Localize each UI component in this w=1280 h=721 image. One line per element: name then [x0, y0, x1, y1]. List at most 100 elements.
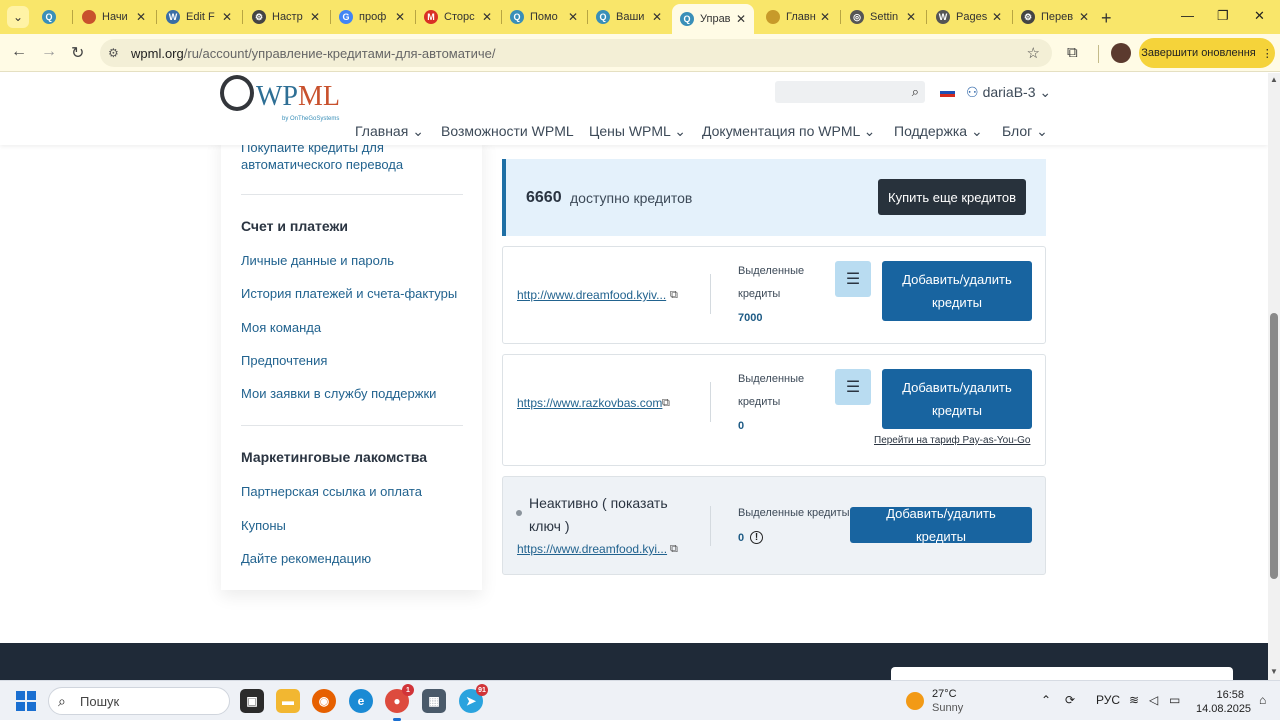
- close-tab-icon[interactable]: ✕: [482, 10, 492, 24]
- nav-support[interactable]: Поддержка ⌄: [894, 123, 983, 140]
- finish-update-button[interactable]: Завершити оновлення ⋮: [1139, 38, 1275, 68]
- telegram-icon[interactable]: ➤ 91: [459, 684, 488, 713]
- volume-icon[interactable]: ◁: [1149, 693, 1158, 707]
- extensions-icon[interactable]: ⧉: [1067, 44, 1078, 61]
- site-url-link[interactable]: http://www.dreamfood.kyiv...: [517, 288, 666, 302]
- settings-sliders-icon[interactable]: ☰: [835, 369, 871, 405]
- chrome-icon[interactable]: ● 1: [385, 684, 414, 721]
- close-tab-icon[interactable]: ✕: [310, 10, 320, 24]
- browser-tab[interactable]: M Сторс ✕: [416, 4, 500, 30]
- calculator-icon[interactable]: ▦: [422, 689, 446, 713]
- nav-docs[interactable]: Документация по WPML ⌄: [702, 123, 875, 140]
- reload-icon[interactable]: ↻: [71, 43, 84, 63]
- tab-search-menu-button[interactable]: ⌄: [7, 6, 29, 28]
- copy-icon[interactable]: ⧉: [662, 397, 670, 410]
- more-menu-icon[interactable]: ⋮: [1262, 47, 1273, 60]
- inactive-show-key-link[interactable]: Неактивно ( показать ключ ): [529, 492, 699, 538]
- nav-pricing[interactable]: Цены WPML ⌄: [589, 123, 686, 140]
- close-window-icon[interactable]: ✕: [1254, 8, 1265, 24]
- sidebar-item-preferences[interactable]: Предпочтения: [241, 353, 327, 368]
- user-menu[interactable]: ⚇ dariaB-3 ⌄: [966, 84, 1051, 101]
- browser-tab[interactable]: W Edit F ✕: [158, 4, 240, 30]
- sidebar-item-support-tickets[interactable]: Мои заявки в службу поддержки: [241, 386, 436, 401]
- minimize-icon[interactable]: —: [1181, 8, 1194, 23]
- close-tab-icon[interactable]: ✕: [1079, 10, 1089, 24]
- close-tab-icon[interactable]: ✕: [136, 10, 146, 24]
- close-tab-icon[interactable]: ✕: [820, 10, 830, 24]
- notifications-icon[interactable]: ⌂: [1259, 693, 1266, 707]
- url-text[interactable]: wpml.org/ru/account/управление-кредитами…: [131, 46, 496, 61]
- add-remove-credits-button[interactable]: Добавить/удалить кредиты: [850, 506, 1032, 544]
- scrollbar-thumb[interactable]: [1270, 313, 1278, 579]
- browser-tab[interactable]: ◎ Settin ✕: [842, 4, 924, 30]
- browser-tab[interactable]: Главн ✕: [758, 4, 838, 30]
- close-tab-icon[interactable]: ✕: [736, 12, 746, 26]
- browser-tab[interactable]: Q: [34, 4, 70, 30]
- wpml-icon: Q: [596, 10, 610, 24]
- battery-icon[interactable]: ▭: [1169, 693, 1180, 707]
- allocated-credits-value: 0: [738, 420, 745, 432]
- restore-icon[interactable]: ❐: [1217, 8, 1229, 24]
- taskbar-search[interactable]: ⌕ Пошук: [48, 687, 230, 715]
- sidebar-item-affiliate[interactable]: Партнерская ссылка и оплата: [241, 484, 422, 499]
- task-view-icon[interactable]: ▣: [240, 689, 264, 713]
- browser-tab[interactable]: Q Ваши ✕: [588, 4, 670, 30]
- page-scrollbar[interactable]: ▲ ▼: [1268, 73, 1280, 680]
- sidebar-item-payments[interactable]: История платежей и счета-фактуры: [241, 286, 457, 301]
- system-clock[interactable]: 16:58 14.08.2025: [1196, 688, 1251, 716]
- browser-tab-active[interactable]: Q Управ ✕: [672, 4, 754, 34]
- close-tab-icon[interactable]: ✕: [652, 10, 662, 24]
- firefox-icon[interactable]: ◉: [312, 689, 336, 713]
- search-icon[interactable]: ⌕: [912, 84, 919, 100]
- close-tab-icon[interactable]: ✕: [395, 10, 405, 24]
- browser-tab[interactable]: Q Помо ✕: [502, 4, 586, 30]
- browser-tab[interactable]: G проф ✕: [331, 4, 413, 30]
- buy-more-credits-button[interactable]: Купить еще кредитов: [878, 179, 1026, 215]
- browser-tab[interactable]: ⚙ Настр ✕: [244, 4, 328, 30]
- forward-icon[interactable]: →: [41, 43, 57, 61]
- russian-flag-icon[interactable]: [940, 88, 955, 97]
- back-icon[interactable]: ←: [11, 43, 27, 61]
- copy-icon[interactable]: ⧉: [670, 543, 678, 556]
- add-remove-credits-button[interactable]: Добавить/удалить кредиты: [882, 261, 1032, 321]
- browser-tab[interactable]: W Pages ✕: [928, 4, 1010, 30]
- language-indicator[interactable]: РУС: [1096, 693, 1120, 707]
- profile-avatar[interactable]: [1111, 43, 1131, 63]
- sync-icon[interactable]: ⟳: [1065, 693, 1075, 707]
- nav-home[interactable]: Главная ⌄: [355, 123, 424, 140]
- add-remove-credits-button[interactable]: Добавить/удалить кредиты: [882, 369, 1032, 429]
- scroll-down-icon[interactable]: ▼: [1270, 667, 1278, 676]
- edge-icon[interactable]: e: [349, 689, 373, 713]
- info-icon[interactable]: !: [750, 531, 763, 544]
- close-tab-icon[interactable]: ✕: [568, 10, 578, 24]
- close-tab-icon[interactable]: ✕: [906, 10, 916, 24]
- close-tab-icon[interactable]: ✕: [222, 10, 232, 24]
- site-info-icon[interactable]: ⚙: [108, 46, 119, 60]
- sidebar-item-referral[interactable]: Дайте рекомендацию: [241, 551, 371, 566]
- settings-sliders-icon[interactable]: ☰: [835, 261, 871, 297]
- close-tab-icon[interactable]: ✕: [992, 10, 1002, 24]
- browser-tab[interactable]: Начи ✕: [74, 4, 154, 30]
- available-credits-banner: 6660 доступно кредитов Купить еще кредит…: [502, 159, 1046, 236]
- bookmark-star-icon[interactable]: ☆: [1027, 44, 1040, 62]
- address-bar[interactable]: ⚙ wpml.org/ru/account/управление-кредита…: [100, 39, 1052, 67]
- windows-start-icon[interactable]: [16, 691, 36, 711]
- wifi-icon[interactable]: ≋: [1129, 693, 1139, 707]
- file-explorer-icon[interactable]: ▬: [276, 689, 300, 713]
- sidebar-item-team[interactable]: Моя команда: [241, 320, 321, 335]
- wpml-logo[interactable]: WPML by OnTheGoSystems: [220, 75, 348, 123]
- site-url-link[interactable]: https://www.razkovbas.com: [517, 396, 662, 410]
- sidebar-item-profile[interactable]: Личные данные и пароль: [241, 253, 394, 268]
- new-tab-button[interactable]: +: [1101, 8, 1112, 29]
- nav-blog[interactable]: Блог ⌄: [1002, 123, 1048, 140]
- chevron-up-icon[interactable]: ⌃: [1041, 693, 1051, 707]
- copy-icon[interactable]: ⧉: [670, 289, 678, 302]
- pay-as-you-go-link[interactable]: Перейти на тариф Pay-as-You-Go: [874, 435, 1030, 446]
- sidebar-item-coupons[interactable]: Купоны: [241, 518, 286, 533]
- site-url-link[interactable]: https://www.dreamfood.kyi...: [517, 542, 667, 556]
- allocated-credits-label: Выделенные кредиты: [738, 265, 805, 300]
- scroll-up-icon[interactable]: ▲: [1270, 75, 1278, 84]
- nav-features[interactable]: Возможности WPML: [441, 123, 574, 139]
- site-search-input[interactable]: ⌕: [775, 81, 925, 103]
- browser-tab[interactable]: ⚙ Перев ✕: [1013, 4, 1097, 30]
